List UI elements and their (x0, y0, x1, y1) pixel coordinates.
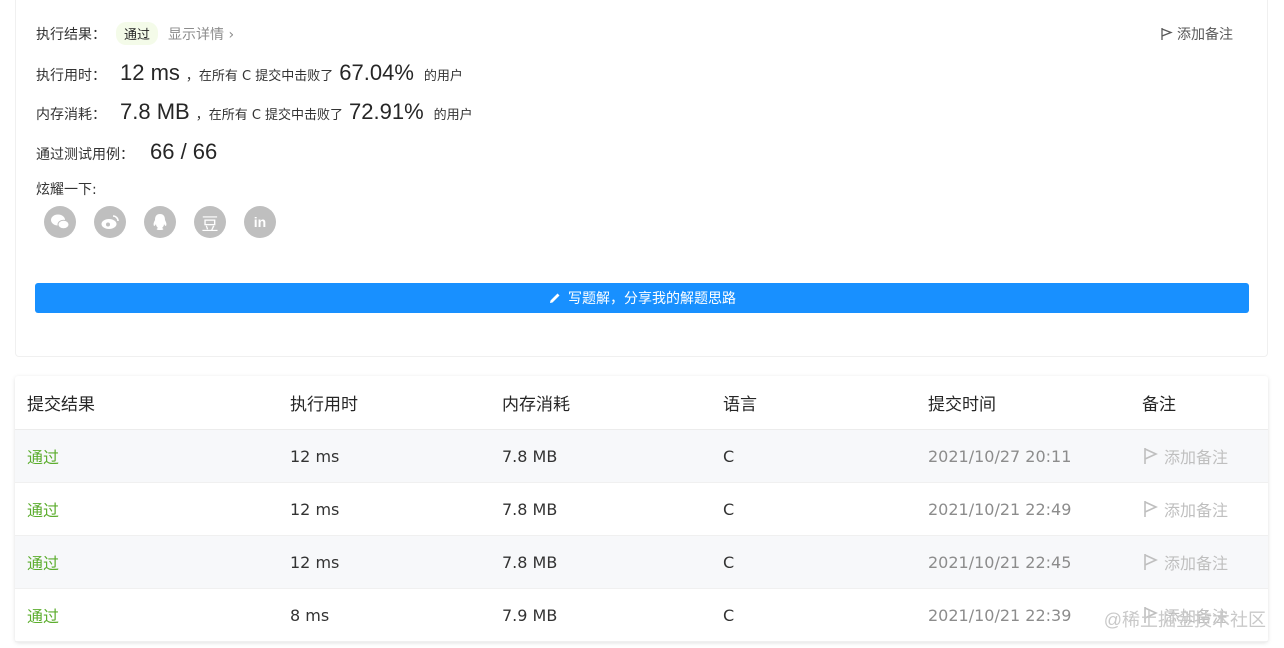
memory-label: 内存消耗： (36, 107, 106, 123)
table-row[interactable]: 通过 8 ms 7.9 MB C 2021/10/21 22:39 添加备注 (15, 589, 1268, 642)
result-card: 执行结果： 通过 显示详情 › 添加备注 执行用时： 12 ms ，在所有 C … (15, 0, 1268, 357)
row-memory: 7.8 MB (502, 552, 558, 572)
memory-row: 内存消耗： 7.8 MB ，在所有 C 提交中击败了 72.91% 的用户 (36, 99, 473, 125)
flag-icon (1144, 554, 1158, 570)
share-row: 炫耀一下: (36, 179, 97, 199)
result-row: 执行结果： 通过 显示详情 › (36, 22, 234, 45)
row-status[interactable]: 通过 (27, 536, 59, 588)
runtime-mid-text: ，在所有 C 提交中击败了 (185, 69, 334, 84)
table-row[interactable]: 通过 12 ms 7.8 MB C 2021/10/27 20:11 添加备注 (15, 430, 1268, 483)
memory-tail-text: 的用户 (433, 108, 473, 123)
runtime-value: 12 ms (120, 60, 180, 85)
weibo-icon[interactable] (94, 206, 126, 238)
header-submit-time: 提交时间 (928, 395, 996, 415)
add-note-button[interactable]: 添加备注 (1159, 24, 1233, 44)
tests-value: 66 / 66 (150, 139, 218, 164)
tests-row: 通过测试用例： 66 / 66 (36, 139, 217, 165)
memory-value: 7.8 MB (120, 99, 190, 124)
submissions-table: 提交结果 执行用时 内存消耗 语言 提交时间 备注 通过 12 ms 7.8 M… (15, 376, 1268, 642)
row-add-note[interactable]: 添加备注 (1142, 483, 1228, 535)
douban-icon[interactable]: 豆 (194, 206, 226, 238)
row-add-note[interactable]: 添加备注 (1142, 536, 1228, 588)
table-row[interactable]: 通过 12 ms 7.8 MB C 2021/10/21 22:49 添加备注 (15, 483, 1268, 536)
row-add-note-label: 添加备注 (1164, 501, 1229, 520)
tests-label: 通过测试用例： (36, 147, 134, 163)
show-details-link[interactable]: 显示详情 › (168, 24, 234, 44)
row-language: C (723, 446, 735, 466)
flag-icon (1161, 28, 1173, 40)
row-memory: 7.9 MB (502, 605, 558, 625)
row-status[interactable]: 通过 (27, 483, 59, 535)
row-submit-time: 2021/10/21 22:49 (928, 499, 1072, 519)
row-status[interactable]: 通过 (27, 430, 59, 482)
pencil-icon (550, 293, 560, 303)
status-badge: 通过 (116, 22, 159, 45)
row-runtime: 12 ms (290, 446, 340, 466)
runtime-tail-text: 的用户 (423, 69, 463, 84)
row-memory: 7.8 MB (502, 499, 558, 519)
linkedin-icon[interactable]: in (244, 206, 276, 238)
result-label: 执行结果： (36, 27, 106, 43)
header-note: 备注 (1142, 395, 1176, 415)
linkedin-glyph: in (253, 214, 267, 230)
write-solution-button[interactable]: 写题解，分享我的解题思路 (35, 283, 1249, 313)
flag-icon (1144, 448, 1158, 464)
row-submit-time: 2021/10/21 22:45 (928, 552, 1072, 572)
row-submit-time: 2021/10/27 20:11 (928, 446, 1072, 466)
memory-mid-text: ，在所有 C 提交中击败了 (195, 108, 344, 123)
table-header: 提交结果 执行用时 内存消耗 语言 提交时间 备注 (15, 376, 1268, 430)
row-status[interactable]: 通过 (27, 589, 59, 641)
header-status: 提交结果 (27, 395, 95, 415)
header-language: 语言 (723, 395, 757, 415)
share-icons: 豆 in (44, 206, 276, 238)
row-add-note-label: 添加备注 (1164, 554, 1229, 573)
header-memory: 内存消耗 (502, 395, 570, 415)
row-memory: 7.8 MB (502, 446, 558, 466)
wechat-icon[interactable] (44, 206, 76, 238)
runtime-row: 执行用时： 12 ms ，在所有 C 提交中击败了 67.04% 的用户 (36, 60, 463, 86)
row-runtime: 12 ms (290, 499, 340, 519)
write-solution-label: 写题解，分享我的解题思路 (568, 291, 736, 307)
flag-icon (1144, 501, 1158, 517)
row-runtime: 8 ms (290, 605, 330, 625)
header-runtime: 执行用时 (290, 395, 358, 415)
share-label: 炫耀一下: (36, 182, 97, 198)
qq-icon[interactable] (144, 206, 176, 238)
runtime-percent: 67.04% (339, 60, 414, 85)
row-language: C (723, 605, 735, 625)
memory-percent: 72.91% (349, 99, 424, 124)
row-language: C (723, 499, 735, 519)
row-add-note-label: 添加备注 (1164, 448, 1229, 467)
row-add-note[interactable]: 添加备注 (1142, 430, 1228, 482)
douban-glyph: 豆 (201, 214, 219, 235)
add-note-label: 添加备注 (1177, 27, 1233, 43)
row-language: C (723, 552, 735, 572)
runtime-label: 执行用时： (36, 68, 106, 84)
table-row[interactable]: 通过 12 ms 7.8 MB C 2021/10/21 22:45 添加备注 (15, 536, 1268, 589)
row-runtime: 12 ms (290, 552, 340, 572)
row-submit-time: 2021/10/21 22:39 (928, 605, 1072, 625)
watermark: @稀土掘金技术社区 (1103, 610, 1266, 630)
